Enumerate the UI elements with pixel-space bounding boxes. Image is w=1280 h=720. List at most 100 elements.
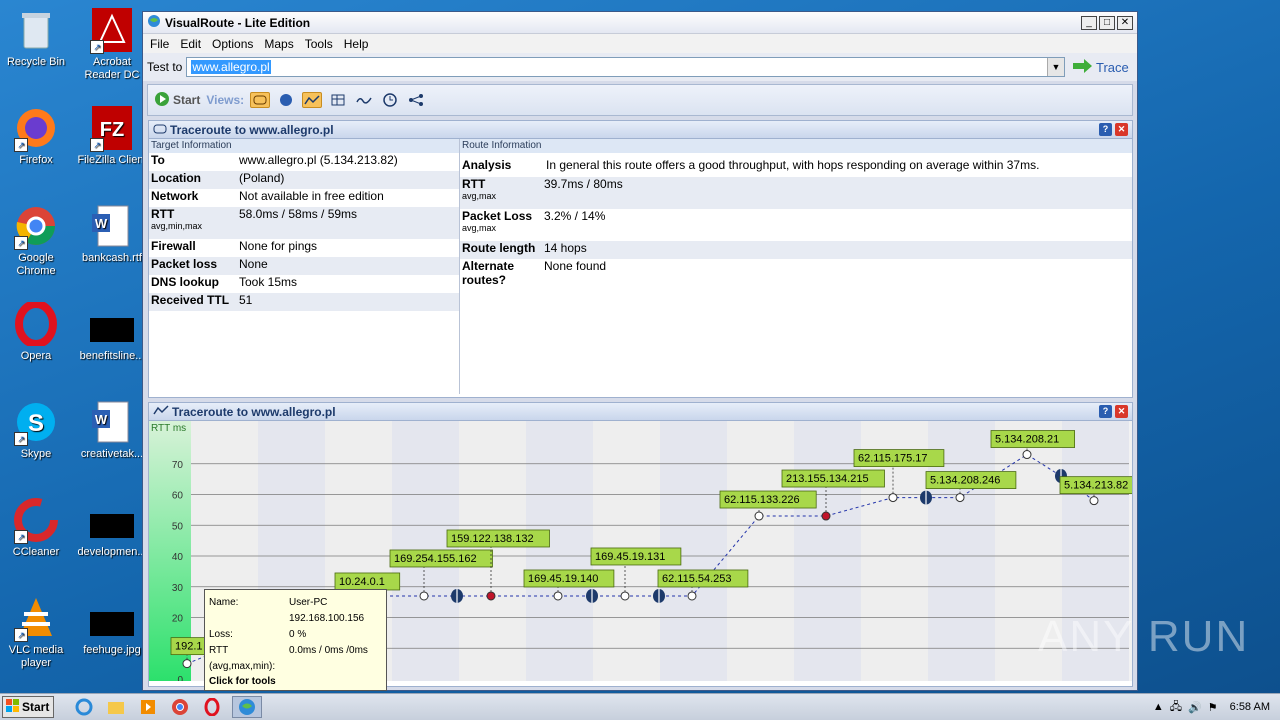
row-key: Firewall [151,239,196,253]
view-network-icon[interactable] [406,92,426,108]
panel-title: Traceroute to www.allegro.pl [170,122,334,137]
desktop-icon-bankcash[interactable]: W bankcash.rtf [76,204,148,265]
view-globe-icon[interactable] [276,92,296,108]
trace-button[interactable]: Trace [1073,57,1133,77]
y-tick-label: 60 [172,491,184,502]
view-clock-icon[interactable] [380,92,400,108]
menu-edit[interactable]: Edit [180,37,201,51]
desktop-icon-feehuge[interactable]: feehuge.jpg [76,596,148,657]
start-button[interactable]: Start [154,91,200,110]
desktop-icon-firefox[interactable]: ↗ Firefox [0,106,72,167]
row-value: 3.2% / 14% [544,209,606,223]
help-button[interactable]: ? [1099,405,1112,418]
desktop-icon-benefitsline[interactable]: benefitsline... [76,302,148,363]
svg-text:W: W [95,412,108,427]
tray-flag-icon[interactable]: ⚑ [1208,701,1218,714]
taskbar-explorer-icon[interactable] [104,696,128,718]
ccleaner-icon: ↗ [14,498,58,544]
tooltip-footer[interactable]: Click for tools [209,676,382,687]
row-value: Took 15ms [239,275,298,289]
desktop-icon-label: bankcash.rtf [82,252,142,264]
row-key-sub: avg,max [462,191,497,201]
taskbar-ie-icon[interactable] [72,696,96,718]
tray-clock[interactable]: 6:58 AM [1230,701,1270,713]
row-key: Analysis [462,158,512,172]
target-row: RTT avg,min,max 58.0ms / 58ms / 59ms [149,207,459,239]
hop-label: 169.254.155.162 [394,553,477,565]
summary-icon [153,123,167,137]
menu-options[interactable]: Options [212,37,253,51]
tray-network-icon[interactable]: 🖧 [1170,698,1182,717]
views-label: Views: [206,93,245,107]
filezilla-icon: FZ ↗ [90,106,134,152]
menu-bar: File Edit Options Maps Tools Help [143,34,1137,53]
desktop-icon-vlc[interactable]: ↗ VLC media player [0,596,72,670]
taskbar-visualroute-icon[interactable] [232,696,262,718]
recycle-bin-icon [14,8,58,52]
hop-label: 62.115.54.253 [662,573,732,585]
row-key: Packet loss [151,257,218,271]
hop-marker [182,659,192,669]
start-menu-button[interactable]: Start [2,696,54,718]
row-key-sub: avg,max [462,223,497,233]
view-wave-icon[interactable] [354,92,374,108]
shortcut-arrow-icon: ↗ [14,530,28,544]
hop-label: 159.122.138.132 [451,533,534,545]
hop-label: 62.115.133.226 [724,494,800,506]
hop-tooltip[interactable]: Name: User-PC 192.168.100.156 Loss: 0 % RT… [204,589,387,691]
desktop-icon-developmen[interactable]: developmen... [76,498,148,559]
title-bar[interactable]: VisualRoute - Lite Edition _ □ ✕ [143,12,1137,34]
tray-volume-icon[interactable]: 🔊 [1188,701,1202,714]
windows-logo-icon [6,698,20,716]
desktop-icon-filezilla[interactable]: FZ ↗ FileZilla Client [76,106,148,167]
chevron-down-icon[interactable]: ▼ [1047,58,1064,76]
taskbar-opera-icon[interactable] [200,696,224,718]
file-thumbnail-icon [90,302,134,346]
close-panel-button[interactable]: ✕ [1115,123,1128,136]
skype-icon: S ↗ [14,400,58,446]
row-key: Packet Loss avg,max [460,209,544,241]
vlc-icon: ↗ [14,596,58,642]
close-button[interactable]: ✕ [1117,15,1133,30]
target-row: Network Not available in free edition [149,189,459,207]
target-row: Location (Poland) [149,171,459,189]
opera-icon [14,300,58,348]
taskbar-media-player-icon[interactable] [136,696,160,718]
tray-expand-icon[interactable]: ▲ [1153,701,1164,713]
hop-marker-loss [821,511,831,521]
hop-marker [687,591,697,601]
taskbar-chrome-icon[interactable] [168,696,192,718]
help-button[interactable]: ? [1099,123,1112,136]
anyrun-watermark: ANY RUN [1038,612,1250,661]
desktop-icon-label: feehuge.jpg [83,644,141,656]
view-graph-icon[interactable] [302,92,323,108]
desktop-icon-acrobat[interactable]: ↗ Acrobat Reader DC [76,8,148,82]
traceroute-info-panel: Traceroute to www.allegro.pl ? ✕ Target … [148,120,1133,398]
maximize-button[interactable]: □ [1099,15,1115,30]
view-summary-icon[interactable] [250,92,271,108]
menu-maps[interactable]: Maps [264,37,293,51]
firefox-icon: ↗ [14,106,58,152]
menu-help[interactable]: Help [344,37,369,51]
minimize-button[interactable]: _ [1081,15,1097,30]
row-key: Alternate routes? [462,259,515,287]
desktop-icon-creativetak[interactable]: W creativetak... [76,400,148,461]
row-value: 14 hops [544,241,587,255]
menu-tools[interactable]: Tools [305,37,333,51]
menu-file[interactable]: File [150,37,169,51]
desktop-icon-chrome[interactable]: ↗ Google Chrome [0,204,72,278]
row-key-sub: avg,min,max [151,221,203,231]
y-tick-label: 30 [172,583,184,594]
desktop-icon-label: FileZilla Client [77,154,147,166]
panel-header: Traceroute to www.allegro.pl ? ✕ [149,121,1132,139]
y-tick-label: 0 [177,675,183,681]
desktop-icon-skype[interactable]: S ↗ Skype [0,400,72,461]
row-value: 51 [239,293,253,307]
test-to-input[interactable]: www.allegro.pl ▼ [186,57,1065,77]
close-panel-button[interactable]: ✕ [1115,405,1128,418]
view-table-icon[interactable] [328,92,348,108]
desktop-icon-recycle-bin[interactable]: Recycle Bin [0,8,72,69]
target-row: Received TTL 51 [149,293,459,311]
desktop-icon-ccleaner[interactable]: ↗ CCleaner [0,498,72,559]
desktop-icon-opera[interactable]: Opera [0,300,72,363]
